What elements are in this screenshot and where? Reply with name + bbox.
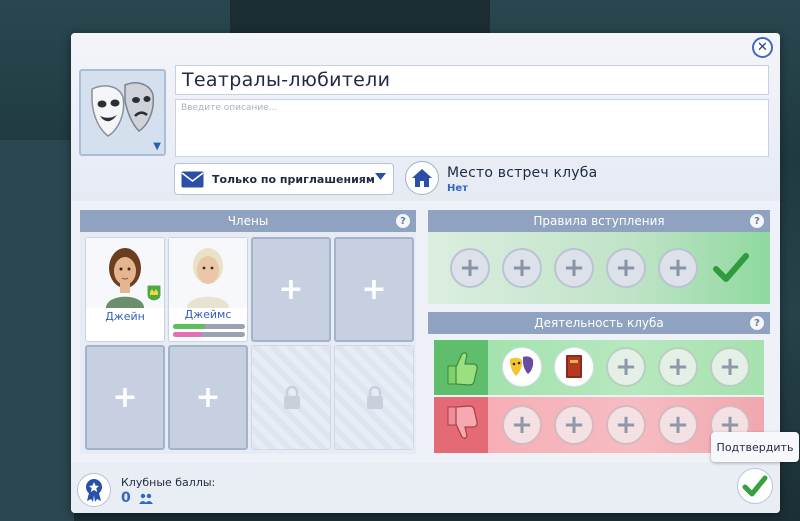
- venue-button[interactable]: [405, 161, 439, 195]
- chevron-down-icon: ▼: [153, 141, 161, 152]
- venue-title: Место встреч клуба: [447, 165, 598, 181]
- thumbs-down-icon: [447, 405, 478, 439]
- locked-member-slot: [251, 345, 331, 450]
- add-member-slot[interactable]: +: [168, 345, 248, 450]
- add-rule-button[interactable]: +: [606, 248, 646, 288]
- club-leader-crest-icon: [146, 284, 162, 302]
- members-header: Члены ?: [80, 210, 416, 232]
- club-icon-picker[interactable]: ▼: [79, 69, 166, 156]
- checkmark-icon: [713, 253, 749, 282]
- add-rule-button[interactable]: +: [450, 248, 490, 288]
- admission-rules-panel: + + + + +: [428, 232, 770, 304]
- book-icon: [566, 355, 582, 378]
- club-description-input[interactable]: Введите описание...: [175, 99, 769, 157]
- plus-icon: +: [615, 352, 637, 382]
- liked-activities-row: + + +: [434, 340, 764, 395]
- club-perks-button[interactable]: [77, 473, 111, 507]
- add-member-slot[interactable]: +: [251, 237, 331, 342]
- add-rule-button[interactable]: +: [658, 248, 698, 288]
- rules-header: Правила вступления ?: [428, 210, 770, 232]
- member-name: Джейн: [105, 310, 145, 323]
- plus-icon: +: [459, 253, 481, 283]
- disliked-activities-label: [434, 397, 488, 453]
- club-points-value: 0: [121, 490, 131, 506]
- plus-icon: +: [667, 253, 689, 283]
- add-rule-button[interactable]: +: [502, 248, 542, 288]
- club-edit-dialog: ✕ ▼ Театралы-любители Введите описание..…: [71, 33, 780, 513]
- lock-icon: [284, 386, 300, 409]
- member-card[interactable]: Джеймс: [168, 237, 248, 342]
- checkmark-icon: [742, 475, 768, 497]
- add-disliked-activity-button[interactable]: +: [606, 405, 646, 445]
- add-disliked-activity-button[interactable]: +: [502, 405, 542, 445]
- activities-header-label: Деятельность клуба: [534, 316, 664, 330]
- plus-icon: +: [667, 352, 689, 382]
- house-icon: [412, 169, 432, 187]
- close-icon: ✕: [757, 40, 768, 55]
- badge-ribbon-icon: [86, 479, 102, 502]
- members-header-label: Члены: [227, 214, 269, 228]
- add-disliked-activity-button[interactable]: +: [554, 405, 594, 445]
- locked-member-slot: [334, 345, 414, 450]
- members-panel: Джейн Джеймс + + + +: [80, 232, 416, 454]
- sim-portrait-james: [169, 238, 247, 308]
- member-name: Джеймс: [184, 308, 232, 321]
- add-liked-activity-button[interactable]: +: [710, 347, 750, 387]
- plus-icon: +: [563, 410, 585, 440]
- plus-icon: +: [667, 410, 689, 440]
- background-top-wall: [230, 0, 490, 34]
- venue-value: Нет: [447, 183, 468, 194]
- access-label: Только по приглашениям: [212, 172, 375, 186]
- confirm-tooltip: Подтвердить: [711, 432, 799, 462]
- envelope-icon: [181, 171, 204, 187]
- plus-icon: +: [719, 352, 741, 382]
- club-points-label: Клубные баллы:: [121, 476, 216, 489]
- background-left-wall: [0, 140, 74, 521]
- lock-icon: [367, 386, 383, 409]
- activities-header: Деятельность клуба ?: [428, 312, 770, 334]
- theater-masks-icon: [91, 82, 155, 137]
- add-disliked-activity-button[interactable]: +: [658, 405, 698, 445]
- footer-bar: Клубные баллы: 0: [71, 463, 780, 513]
- plus-icon: +: [112, 379, 138, 415]
- add-rule-button[interactable]: +: [554, 248, 594, 288]
- club-name-input[interactable]: Театралы-любители: [175, 65, 769, 95]
- add-liked-activity-button[interactable]: +: [606, 347, 646, 387]
- plus-icon: +: [563, 253, 585, 283]
- chevron-down-icon: [375, 173, 386, 180]
- plus-icon: +: [511, 410, 533, 440]
- activity-acting[interactable]: [502, 347, 542, 387]
- access-dropdown[interactable]: Только по приглашениям: [174, 163, 394, 195]
- liked-activities-label: [434, 340, 488, 395]
- people-icon: [139, 493, 153, 504]
- activities-help-button[interactable]: ?: [750, 316, 764, 330]
- drama-masks-icon: [510, 356, 534, 376]
- activity-writing[interactable]: [554, 347, 594, 387]
- plus-icon: +: [615, 410, 637, 440]
- members-help-button[interactable]: ?: [396, 214, 410, 228]
- add-member-slot[interactable]: +: [334, 237, 414, 342]
- plus-icon: +: [361, 271, 387, 307]
- rules-help-button[interactable]: ?: [750, 214, 764, 228]
- plus-icon: +: [278, 271, 304, 307]
- confirm-button[interactable]: [737, 468, 773, 504]
- member-card[interactable]: Джейн: [85, 237, 165, 342]
- motive-bar: [173, 324, 245, 329]
- plus-icon: +: [615, 253, 637, 283]
- plus-icon: +: [511, 253, 533, 283]
- add-liked-activity-button[interactable]: +: [658, 347, 698, 387]
- thumbs-up-icon: [447, 352, 478, 386]
- motive-bar: [173, 332, 245, 337]
- close-button[interactable]: ✕: [752, 37, 773, 58]
- rules-header-label: Правила вступления: [533, 214, 665, 228]
- plus-icon: +: [195, 379, 221, 415]
- add-member-slot[interactable]: +: [85, 345, 165, 450]
